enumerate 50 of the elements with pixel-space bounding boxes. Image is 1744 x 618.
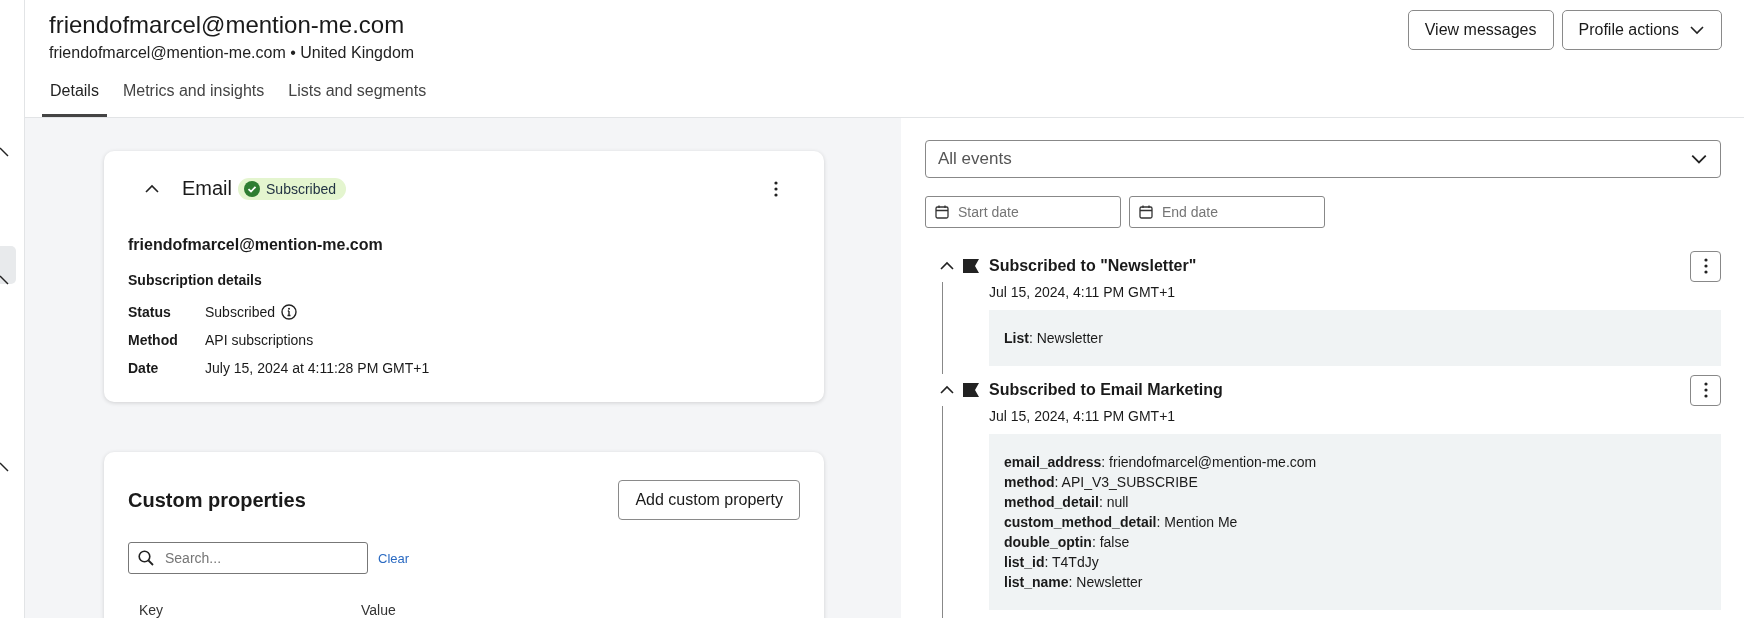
tab[interactable]: Metrics and insights (114, 72, 273, 117)
search-icon (138, 550, 154, 566)
flag-icon (963, 383, 979, 397)
detail-label: Date (128, 360, 160, 376)
calendar-icon (935, 205, 949, 219)
event-time: Jul 15, 2024, 4:11 PM GMT+1 (989, 408, 1177, 424)
column-header: Value (361, 602, 397, 618)
end-date-field[interactable]: End date (1129, 196, 1325, 228)
add-property-button[interactable]: Add custom property (618, 480, 800, 520)
card-title: Custom properties (128, 488, 306, 512)
event-title: Subscribed to "Newsletter" (989, 257, 1197, 275)
event-property: custom_method_detail: Mention Me (1004, 513, 1239, 532)
events-dropdown[interactable]: All events (925, 140, 1721, 178)
more-icon (774, 180, 778, 197)
event-property: List: Newsletter (1004, 329, 1104, 348)
card-title: Email (182, 177, 232, 200)
view-messages-button[interactable]: View messages (1407, 10, 1554, 50)
event-time: Jul 15, 2024, 4:11 PM GMT+1 (989, 284, 1177, 300)
search-field[interactable]: Search... (128, 542, 368, 574)
detail-value: July 15, 2024 at 4:11:28 PM GMT+1 (205, 360, 430, 376)
profile-title: friendofmarcel@mention-me.com (49, 10, 406, 40)
event-property: list_id: T4TdJy (1004, 553, 1100, 572)
email-address: friendofmarcel@mention-me.com (128, 236, 384, 254)
event-property: email_address: friendofmarcel@mention-me.com (1004, 453, 1318, 472)
detail-value: API subscriptions (205, 332, 314, 348)
calendar-icon (1139, 205, 1153, 219)
more-icon (1703, 382, 1708, 398)
profile-actions-dropdown[interactable]: Profile actions (1561, 10, 1722, 50)
event-property: list_name: Newsletter (1004, 573, 1144, 592)
event-title: Subscribed to Email Marketing (989, 381, 1223, 399)
check-circle-icon (244, 180, 260, 197)
profile-subtitle: friendofmarcel@mention-me.com • United Kingdom (49, 44, 415, 62)
detail-value: Subscribed (205, 304, 276, 320)
flag-icon (963, 259, 979, 273)
subscribed-badge: Subscribed (238, 177, 347, 200)
chevron-icon[interactable] (0, 461, 10, 473)
start-date-field[interactable]: Start date (925, 196, 1121, 228)
event-property: method_detail: null (1004, 493, 1130, 512)
info-icon[interactable] (281, 304, 298, 320)
chevron-icon[interactable] (0, 274, 10, 286)
detail-label: Method (128, 332, 179, 348)
more-icon (1703, 258, 1708, 274)
tab[interactable]: Lists and segments (280, 72, 435, 117)
event-property: method: API_V3_SUBSCRIBE (1004, 473, 1199, 492)
clear-link[interactable]: Clear (378, 550, 410, 566)
section-title: Subscription details (128, 272, 263, 288)
column-header: Key (139, 602, 165, 618)
detail-label: Status (128, 304, 172, 320)
event-property: double_optin: false (1004, 533, 1131, 552)
chevron-icon[interactable] (0, 146, 10, 158)
